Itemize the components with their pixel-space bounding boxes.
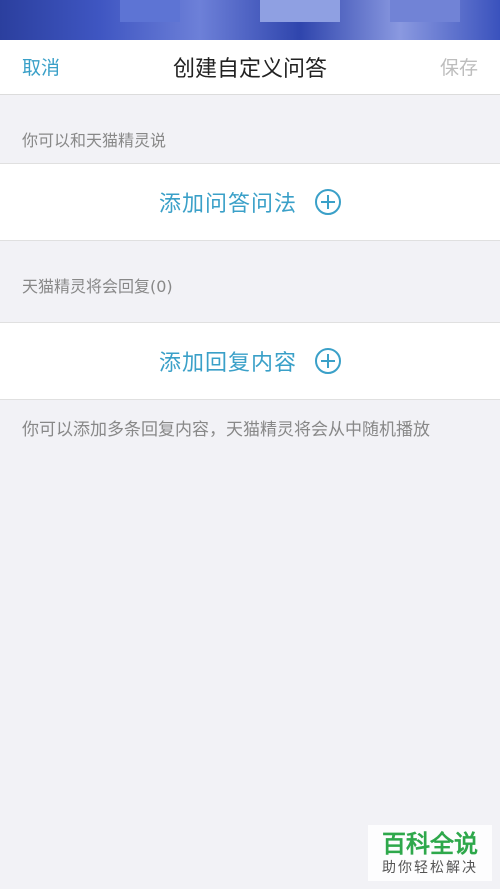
- status-bar: [0, 0, 500, 40]
- nav-bar: 取消 创建自定义问答 保存: [0, 40, 500, 95]
- watermark-title: 百科全说: [382, 830, 478, 858]
- page-title: 创建自定义问答: [172, 57, 327, 82]
- section-label-utterance: 你可以和天猫精灵说: [22, 131, 167, 150]
- plus-circle-icon: [315, 348, 341, 374]
- add-question-label: 添加问答问法: [158, 192, 297, 217]
- status-bar-blur: [260, 0, 340, 22]
- add-reply-label: 添加回复内容: [158, 351, 297, 376]
- status-bar-blur: [120, 0, 180, 22]
- hint-text: 你可以添加多条回复内容，天猫精灵将会从中随机播放: [22, 420, 430, 440]
- add-question-button[interactable]: 添加问答问法: [0, 163, 500, 241]
- watermark: 百科全说 助你轻松解决: [368, 825, 492, 881]
- status-bar-blur: [390, 0, 460, 22]
- watermark-subtitle: 助你轻松解决: [382, 860, 478, 876]
- save-button[interactable]: 保存: [440, 53, 478, 80]
- plus-circle-icon: [315, 189, 341, 215]
- section-label-reply: 天猫精灵将会回复(0): [22, 277, 173, 296]
- add-reply-button[interactable]: 添加回复内容: [0, 322, 500, 400]
